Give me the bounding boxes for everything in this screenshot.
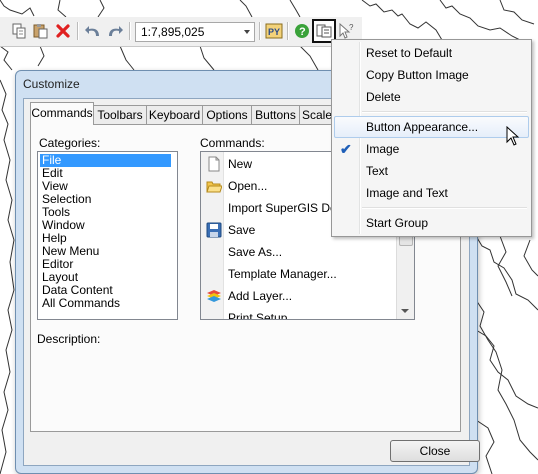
tab-keyboard[interactable]: Keyboard (146, 105, 203, 124)
menu-item-image[interactable]: ✔ Image (334, 138, 529, 160)
menu-item-button-appearance[interactable]: Button Appearance... (334, 116, 529, 138)
map-scale-combo[interactable]: 1:7,895,025 (135, 22, 255, 42)
menu-item-reset-to-default[interactable]: Reset to Default (334, 42, 529, 64)
menu-item-delete[interactable]: Delete (334, 86, 529, 108)
whats-this-icon[interactable]: ? (337, 21, 357, 41)
delete-icon[interactable] (53, 21, 73, 41)
redo-icon[interactable] (105, 21, 125, 41)
python-icon[interactable]: PY (264, 21, 284, 41)
svg-text:?: ? (299, 26, 306, 38)
menu-item-start-group[interactable]: Start Group (334, 212, 529, 234)
description-label: Description: (37, 332, 101, 346)
open-folder-icon (206, 181, 222, 193)
svg-text:PY: PY (268, 27, 280, 37)
list-item[interactable]: Add Layer... (201, 285, 406, 307)
close-button[interactable]: Close (390, 440, 480, 462)
list-item[interactable]: Print Setup... (201, 307, 406, 319)
add-layer-icon (207, 290, 221, 302)
help-icon[interactable]: ? (292, 21, 312, 41)
paste-icon[interactable] (31, 21, 51, 41)
dialog-title: Customize (23, 77, 80, 91)
tab-buttons[interactable]: Buttons (251, 105, 300, 124)
button-context-menu: Reset to Default Copy Button Image Delet… (331, 39, 532, 237)
list-item[interactable]: Save As... (201, 241, 406, 263)
list-item[interactable]: Template Manager... (201, 263, 406, 285)
new-document-icon (208, 156, 220, 172)
scroll-down-icon[interactable] (401, 309, 409, 313)
save-icon (206, 222, 222, 238)
checkmark-icon: ✔ (340, 141, 352, 157)
menu-item-text[interactable]: Text (334, 160, 529, 182)
tab-commands[interactable]: Commands (30, 102, 94, 125)
undo-icon[interactable] (83, 21, 103, 41)
button-appearance-icon[interactable] (312, 19, 336, 43)
tab-toolbars[interactable]: Toolbars (93, 105, 147, 124)
tab-scale[interactable]: Scale (299, 105, 335, 124)
map-scale-value: 1:7,895,025 (141, 25, 205, 39)
copy-icon[interactable] (9, 21, 29, 41)
categories-label: Categories: (39, 136, 101, 150)
list-item[interactable]: All Commands (40, 297, 171, 310)
chevron-down-icon[interactable] (244, 30, 250, 34)
tab-options[interactable]: Options (202, 105, 252, 124)
mouse-cursor-icon (506, 126, 520, 146)
categories-list[interactable]: File Edit View Selection Tools Window He… (37, 151, 178, 320)
svg-text:?: ? (349, 23, 354, 32)
standard-toolbar: 1:7,895,025 PY ? ? (0, 17, 362, 47)
menu-item-image-and-text[interactable]: Image and Text (334, 182, 529, 204)
commands-label: Commands: (200, 136, 265, 150)
menu-item-copy-button-image[interactable]: Copy Button Image (334, 64, 529, 86)
